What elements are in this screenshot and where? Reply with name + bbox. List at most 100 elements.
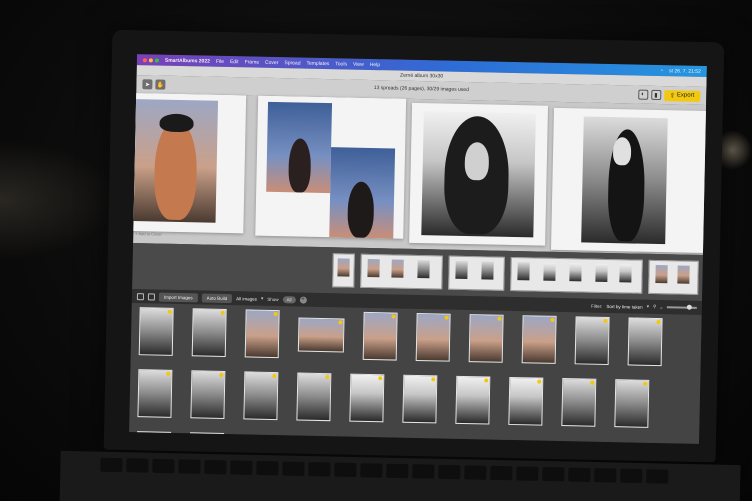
- library-image[interactable]: [508, 376, 544, 426]
- key: [126, 458, 149, 473]
- library-toolbar-spacer: [311, 300, 588, 306]
- export-button[interactable]: ⇪ Export: [663, 89, 701, 102]
- spread-thumb-1[interactable]: [332, 253, 355, 288]
- key: [490, 465, 513, 481]
- library-image[interactable]: [137, 369, 173, 418]
- menu-help[interactable]: Help: [370, 61, 380, 67]
- spread-thumb-5[interactable]: [648, 259, 699, 295]
- key: [204, 459, 227, 475]
- library-image[interactable]: [415, 312, 451, 362]
- menu-edit[interactable]: Edit: [230, 59, 239, 65]
- pointer-tool-icon[interactable]: ➤: [142, 79, 153, 90]
- menubar-clock[interactable]: st 26. 7. 21:52: [669, 68, 701, 75]
- library-image[interactable]: [627, 317, 663, 367]
- library-image[interactable]: [455, 375, 491, 425]
- library-image[interactable]: [561, 378, 597, 427]
- spread-thumb-3-photo-b: [481, 261, 494, 280]
- spread-thumb-5-photo-a: [655, 264, 668, 284]
- album-spread-2[interactable]: [409, 102, 549, 246]
- used-badge: [590, 380, 595, 385]
- app-menu[interactable]: SmartAlbums 2022: [165, 57, 210, 64]
- used-badge: [656, 320, 661, 325]
- sort-select[interactable]: Sort by time taken: [606, 303, 642, 309]
- used-badge: [273, 311, 278, 317]
- spread-photo-b[interactable]: [329, 147, 396, 239]
- spread-thumb-2-photo-c: [417, 259, 430, 279]
- window-title: Zerné album 30x30: [400, 72, 444, 80]
- used-badge: [643, 381, 648, 386]
- window-controls: [142, 57, 159, 63]
- library-image[interactable]: [244, 309, 280, 359]
- menu-tools[interactable]: Tools: [335, 61, 347, 67]
- album-spread-3[interactable]: [551, 107, 707, 254]
- image-library-grid: [129, 303, 702, 444]
- key: [152, 458, 175, 474]
- spread-thumb-4-photo-a: [517, 262, 530, 281]
- album-canvas[interactable]: + Add to Cover: [129, 92, 707, 255]
- spread-photo-d[interactable]: [581, 116, 668, 245]
- library-image[interactable]: [349, 373, 385, 423]
- library-image[interactable]: [574, 316, 610, 366]
- used-badge: [431, 377, 436, 382]
- minimize-window-button[interactable]: [148, 57, 153, 62]
- image-library-icon[interactable]: [136, 292, 145, 300]
- spread-thumb-5-photo-b: [677, 265, 690, 284]
- preview-icon[interactable]: ◐: [637, 89, 649, 100]
- key: [230, 460, 253, 475]
- library-image[interactable]: [402, 374, 438, 424]
- key: [386, 463, 409, 479]
- key: [646, 469, 669, 484]
- auto-build-button[interactable]: Auto Build: [201, 292, 233, 303]
- portrait-photo[interactable]: [133, 99, 219, 223]
- thumbnail-size-slider[interactable]: [666, 306, 697, 309]
- filter-label: Filter:: [591, 303, 603, 309]
- spread-photo-a[interactable]: [266, 101, 333, 194]
- spread-thumb-2[interactable]: [360, 253, 443, 290]
- panel-toggle-icon[interactable]: ▮: [650, 89, 662, 101]
- toolbar-right: ◐ ▮ ⇪ Export: [637, 89, 701, 102]
- hand-tool-icon[interactable]: ✋: [155, 79, 166, 90]
- key: [256, 460, 279, 476]
- menu-frame[interactable]: Frame: [245, 59, 260, 65]
- spread-thumb-4-photo-d: [595, 263, 608, 282]
- key: [568, 467, 591, 482]
- image-filter-select[interactable]: All images: [236, 296, 257, 301]
- spread-thumb-4[interactable]: [510, 256, 643, 294]
- show-all-pill[interactable]: All: [282, 295, 296, 303]
- library-image[interactable]: [243, 371, 279, 421]
- zoom-window-button[interactable]: [154, 57, 159, 63]
- cover-page[interactable]: [129, 92, 247, 234]
- settings-icon[interactable]: [147, 292, 156, 301]
- add-filter-icon[interactable]: +: [299, 296, 307, 304]
- add-to-cover-label[interactable]: + Add to Cover: [135, 231, 162, 237]
- used-badge: [220, 310, 225, 315]
- album-spread-1[interactable]: [255, 95, 407, 239]
- library-image[interactable]: [362, 311, 398, 361]
- photo-scene: SmartAlbums 2022 File Edit Frame Cover S…: [0, 0, 752, 501]
- library-image[interactable]: [190, 370, 226, 419]
- menu-spread[interactable]: Spread: [284, 60, 300, 66]
- library-image[interactable]: [191, 308, 227, 357]
- library-image[interactable]: [614, 379, 650, 428]
- library-image[interactable]: [296, 372, 332, 422]
- funnel-icon[interactable]: ⚲: [653, 304, 656, 310]
- import-images-button[interactable]: Import Images: [158, 292, 198, 302]
- key: [282, 461, 305, 476]
- menu-templates[interactable]: Templates: [306, 60, 329, 66]
- wifi-icon[interactable]: ◔: [660, 68, 663, 74]
- menu-view[interactable]: View: [353, 61, 364, 67]
- library-image[interactable]: [468, 314, 504, 363]
- library-image[interactable]: [297, 317, 345, 353]
- spread-thumb-2-photo-b: [391, 259, 404, 278]
- menu-cover[interactable]: Cover: [265, 59, 278, 65]
- menu-file[interactable]: File: [216, 58, 224, 64]
- spread-thumb-3[interactable]: [448, 255, 505, 291]
- close-window-button[interactable]: [142, 57, 147, 62]
- spread-photo-c[interactable]: [421, 111, 536, 238]
- library-image[interactable]: [521, 315, 557, 364]
- chevron-down-icon[interactable]: ▾: [261, 296, 263, 302]
- search-icon[interactable]: ⌕: [660, 305, 663, 310]
- library-image[interactable]: [138, 307, 174, 356]
- sort-chevron-icon[interactable]: ▾: [647, 304, 649, 310]
- used-badge: [391, 314, 396, 319]
